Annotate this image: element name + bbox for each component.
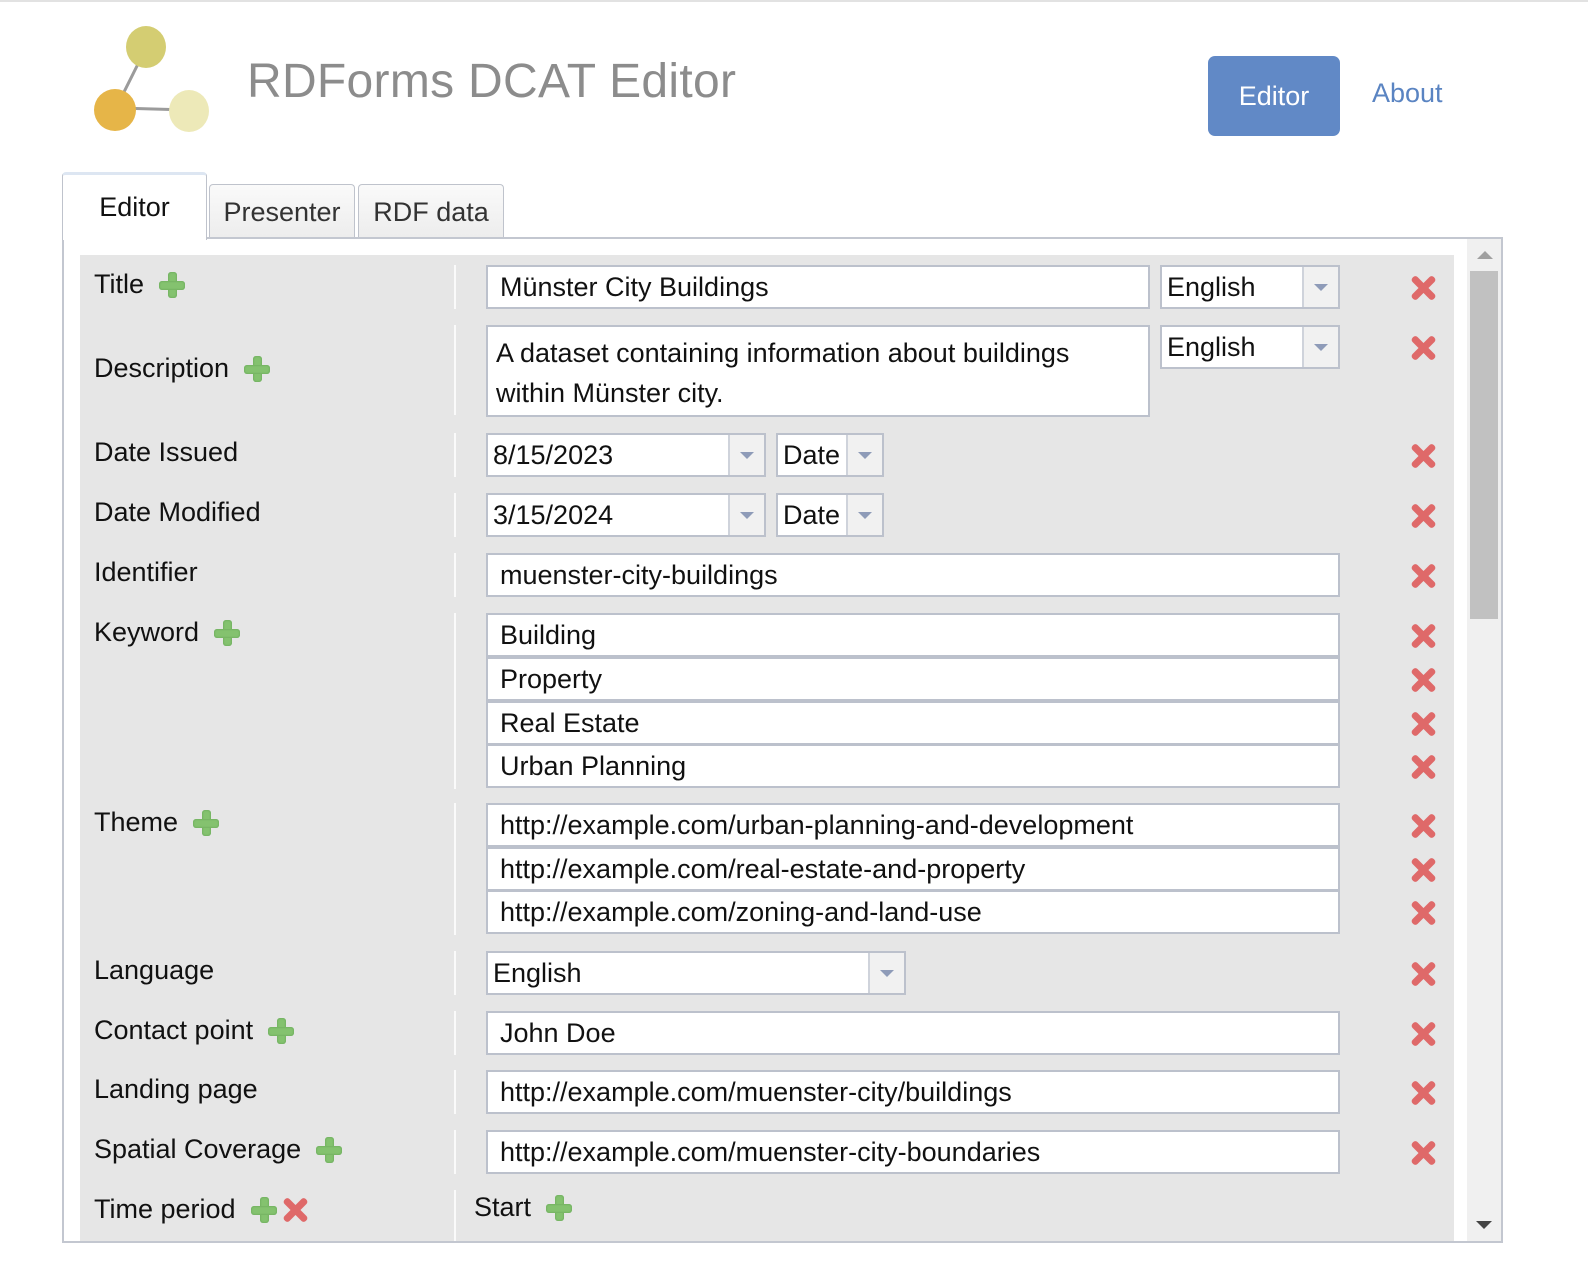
keyword-input[interactable]: Property [486,657,1340,701]
chevron-down-icon [880,969,894,977]
remove-theme-x-icon[interactable] [1410,857,1436,883]
scroll-up-arrow-icon[interactable] [1477,251,1493,259]
contact-point-input[interactable]: John Doe [486,1011,1340,1055]
landing-page-input[interactable]: http://example.com/muenster-city/buildin… [486,1070,1340,1114]
remove-theme-x-icon[interactable] [1410,900,1436,926]
remove-keyword-x-icon[interactable] [1410,754,1436,780]
title-language-select[interactable]: English [1160,265,1340,309]
rdforms-logo-icon [94,26,209,132]
start-date-picker[interactable] [504,1242,784,1243]
chevron-down-icon [858,511,872,519]
theme-input[interactable]: http://example.com/real-estate-and-prope… [486,847,1340,891]
vertical-scrollbar[interactable] [1467,239,1501,1241]
add-title-plus-icon[interactable] [158,271,186,299]
editor-panel: Title Münster City Buildings English Des… [62,237,1503,1243]
add-keyword-plus-icon[interactable] [213,619,241,647]
keyword-input[interactable]: Urban Planning [486,744,1340,788]
remove-identifier-x-icon[interactable] [1410,563,1436,589]
form-area: Title Münster City Buildings English Des… [80,255,1454,1243]
description-textarea[interactable]: A dataset containing information about b… [486,325,1150,417]
remove-language-x-icon[interactable] [1410,961,1436,987]
tab-rdf-data[interactable]: RDF data [358,184,504,240]
remove-date-modified-x-icon[interactable] [1410,503,1436,529]
add-contact-point-plus-icon[interactable] [267,1017,295,1045]
nav-about-link[interactable]: About [1372,78,1443,109]
chevron-down-icon [740,451,754,459]
scroll-thumb[interactable] [1470,271,1498,619]
add-description-plus-icon[interactable] [243,355,271,383]
time-period-start: Start [474,1192,573,1223]
remove-theme-x-icon[interactable] [1410,813,1436,839]
date-issued-picker[interactable]: 8/15/2023 [486,433,766,477]
chevron-down-icon [858,451,872,459]
remove-keyword-x-icon[interactable] [1410,711,1436,737]
add-theme-plus-icon[interactable] [192,809,220,837]
chevron-down-icon [1314,283,1328,291]
spatial-coverage-input[interactable]: http://example.com/muenster-city-boundar… [486,1130,1340,1174]
scroll-down-arrow-icon[interactable] [1476,1221,1492,1229]
identifier-input[interactable]: muenster-city-buildings [486,553,1340,597]
title-input[interactable]: Münster City Buildings [486,265,1150,309]
remove-contact-point-x-icon[interactable] [1410,1021,1436,1047]
remove-description-x-icon[interactable] [1410,335,1436,361]
chevron-down-icon [1314,343,1328,351]
start-date-type-select[interactable]: Date [796,1242,904,1243]
date-issued-type-select[interactable]: Date [776,433,884,477]
tab-presenter[interactable]: Presenter [209,184,355,240]
field-label: Title [94,269,186,300]
remove-keyword-x-icon[interactable] [1410,623,1436,649]
date-modified-picker[interactable]: 3/15/2024 [486,493,766,537]
theme-input[interactable]: http://example.com/zoning-and-land-use [486,890,1340,934]
keyword-input[interactable]: Real Estate [486,701,1340,745]
remove-landing-page-x-icon[interactable] [1410,1080,1436,1106]
keyword-input[interactable]: Building [486,613,1340,657]
app-title: RDForms DCAT Editor [247,55,737,108]
date-modified-type-select[interactable]: Date [776,493,884,537]
remove-spatial-coverage-x-icon[interactable] [1410,1140,1436,1166]
header: RDForms DCAT Editor Editor About [0,2,1588,162]
nav-editor-button[interactable]: Editor [1208,56,1340,136]
remove-time-period-x-icon[interactable] [282,1197,308,1223]
remove-date-issued-x-icon[interactable] [1410,443,1436,469]
add-spatial-coverage-plus-icon[interactable] [315,1136,343,1164]
remove-title-x-icon[interactable] [1410,275,1436,301]
theme-input[interactable]: http://example.com/urban-planning-and-de… [486,803,1340,847]
add-time-period-plus-icon[interactable] [250,1196,278,1224]
description-language-select[interactable]: English [1160,325,1340,369]
add-start-plus-icon[interactable] [545,1194,573,1222]
language-select[interactable]: English [486,951,906,995]
chevron-down-icon [740,511,754,519]
tab-editor[interactable]: Editor [62,172,207,240]
remove-keyword-x-icon[interactable] [1410,667,1436,693]
